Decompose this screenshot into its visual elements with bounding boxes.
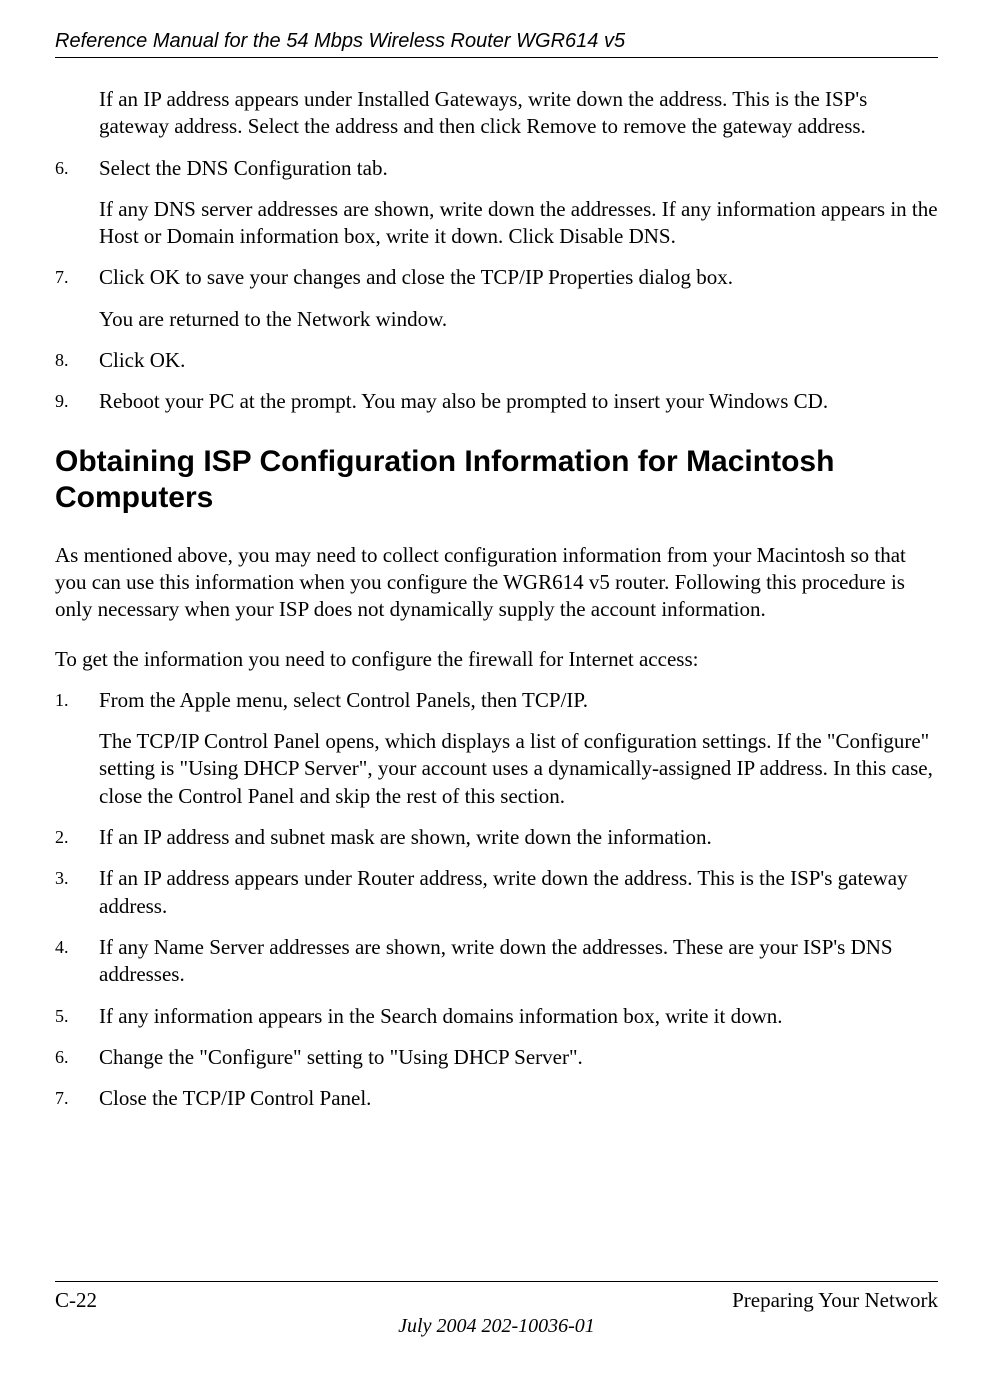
list-marker: 2.	[55, 824, 99, 851]
section-heading: Obtaining ISP Configuration Information …	[55, 444, 938, 516]
list-marker: 8.	[55, 347, 99, 374]
list-marker: 4.	[55, 934, 99, 989]
list-content: Click OK.	[99, 347, 938, 374]
instruction-paragraph: To get the information you need to confi…	[55, 646, 938, 673]
step-text: From the Apple menu, select Control Pane…	[99, 687, 938, 714]
list-marker: 7.	[55, 1085, 99, 1112]
intro-paragraph: As mentioned above, you may need to coll…	[55, 542, 938, 624]
list-item: 8. Click OK.	[55, 347, 938, 374]
list-marker: 9.	[55, 388, 99, 415]
step-text: If any Name Server addresses are shown, …	[99, 934, 938, 989]
list-marker: 1.	[55, 687, 99, 810]
list-item: 3. If an IP address appears under Router…	[55, 865, 938, 920]
list-marker: 7.	[55, 264, 99, 333]
step-text: You are returned to the Network window.	[99, 306, 938, 333]
list-marker: 3.	[55, 865, 99, 920]
continuation-paragraph: If an IP address appears under Installed…	[99, 86, 938, 141]
list-marker: 6.	[55, 155, 99, 251]
step-text: Select the DNS Configuration tab.	[99, 155, 938, 182]
footer-section-name: Preparing Your Network	[732, 1288, 938, 1313]
list-item: 9. Reboot your PC at the prompt. You may…	[55, 388, 938, 415]
list-content: If an IP address appears under Router ad…	[99, 865, 938, 920]
step-text: The TCP/IP Control Panel opens, which di…	[99, 728, 938, 810]
list-content: From the Apple menu, select Control Pane…	[99, 687, 938, 810]
step-text: Change the "Configure" setting to "Using…	[99, 1044, 938, 1071]
list-content: Close the TCP/IP Control Panel.	[99, 1085, 938, 1112]
list-content: Change the "Configure" setting to "Using…	[99, 1044, 938, 1071]
list-content: Click OK to save your changes and close …	[99, 264, 938, 333]
list-item: 6. Select the DNS Configuration tab. If …	[55, 155, 938, 251]
list-marker: 5.	[55, 1003, 99, 1030]
list-item: 6. Change the "Configure" setting to "Us…	[55, 1044, 938, 1071]
list-content: Select the DNS Configuration tab. If any…	[99, 155, 938, 251]
document-page: Reference Manual for the 54 Mbps Wireles…	[0, 0, 993, 1166]
header-divider	[55, 57, 938, 58]
list-content: If an IP address and subnet mask are sho…	[99, 824, 938, 851]
list-content: Reboot your PC at the prompt. You may al…	[99, 388, 938, 415]
list-item: 7. Close the TCP/IP Control Panel.	[55, 1085, 938, 1112]
page-footer: C-22 Preparing Your Network July 2004 20…	[55, 1281, 938, 1338]
list-item: 4. If any Name Server addresses are show…	[55, 934, 938, 989]
list-item: 1. From the Apple menu, select Control P…	[55, 687, 938, 810]
step-text: Close the TCP/IP Control Panel.	[99, 1085, 938, 1112]
footer-date-line: July 2004 202-10036-01	[55, 1315, 938, 1338]
footer-page-number: C-22	[55, 1288, 97, 1313]
list-content: If any Name Server addresses are shown, …	[99, 934, 938, 989]
header-title: Reference Manual for the 54 Mbps Wireles…	[55, 30, 938, 53]
step-text: Click OK.	[99, 347, 938, 374]
list-item: 2. If an IP address and subnet mask are …	[55, 824, 938, 851]
step-text: If any DNS server addresses are shown, w…	[99, 196, 938, 251]
footer-row: C-22 Preparing Your Network	[55, 1288, 938, 1313]
step-text: If an IP address appears under Router ad…	[99, 865, 938, 920]
step-text: Reboot your PC at the prompt. You may al…	[99, 388, 938, 415]
list-marker: 6.	[55, 1044, 99, 1071]
footer-divider	[55, 1281, 938, 1282]
step-text: If any information appears in the Search…	[99, 1003, 938, 1030]
list-item: 5. If any information appears in the Sea…	[55, 1003, 938, 1030]
step-text: Click OK to save your changes and close …	[99, 264, 938, 291]
list-content: If any information appears in the Search…	[99, 1003, 938, 1030]
list-item: 7. Click OK to save your changes and clo…	[55, 264, 938, 333]
step-text: If an IP address and subnet mask are sho…	[99, 824, 938, 851]
